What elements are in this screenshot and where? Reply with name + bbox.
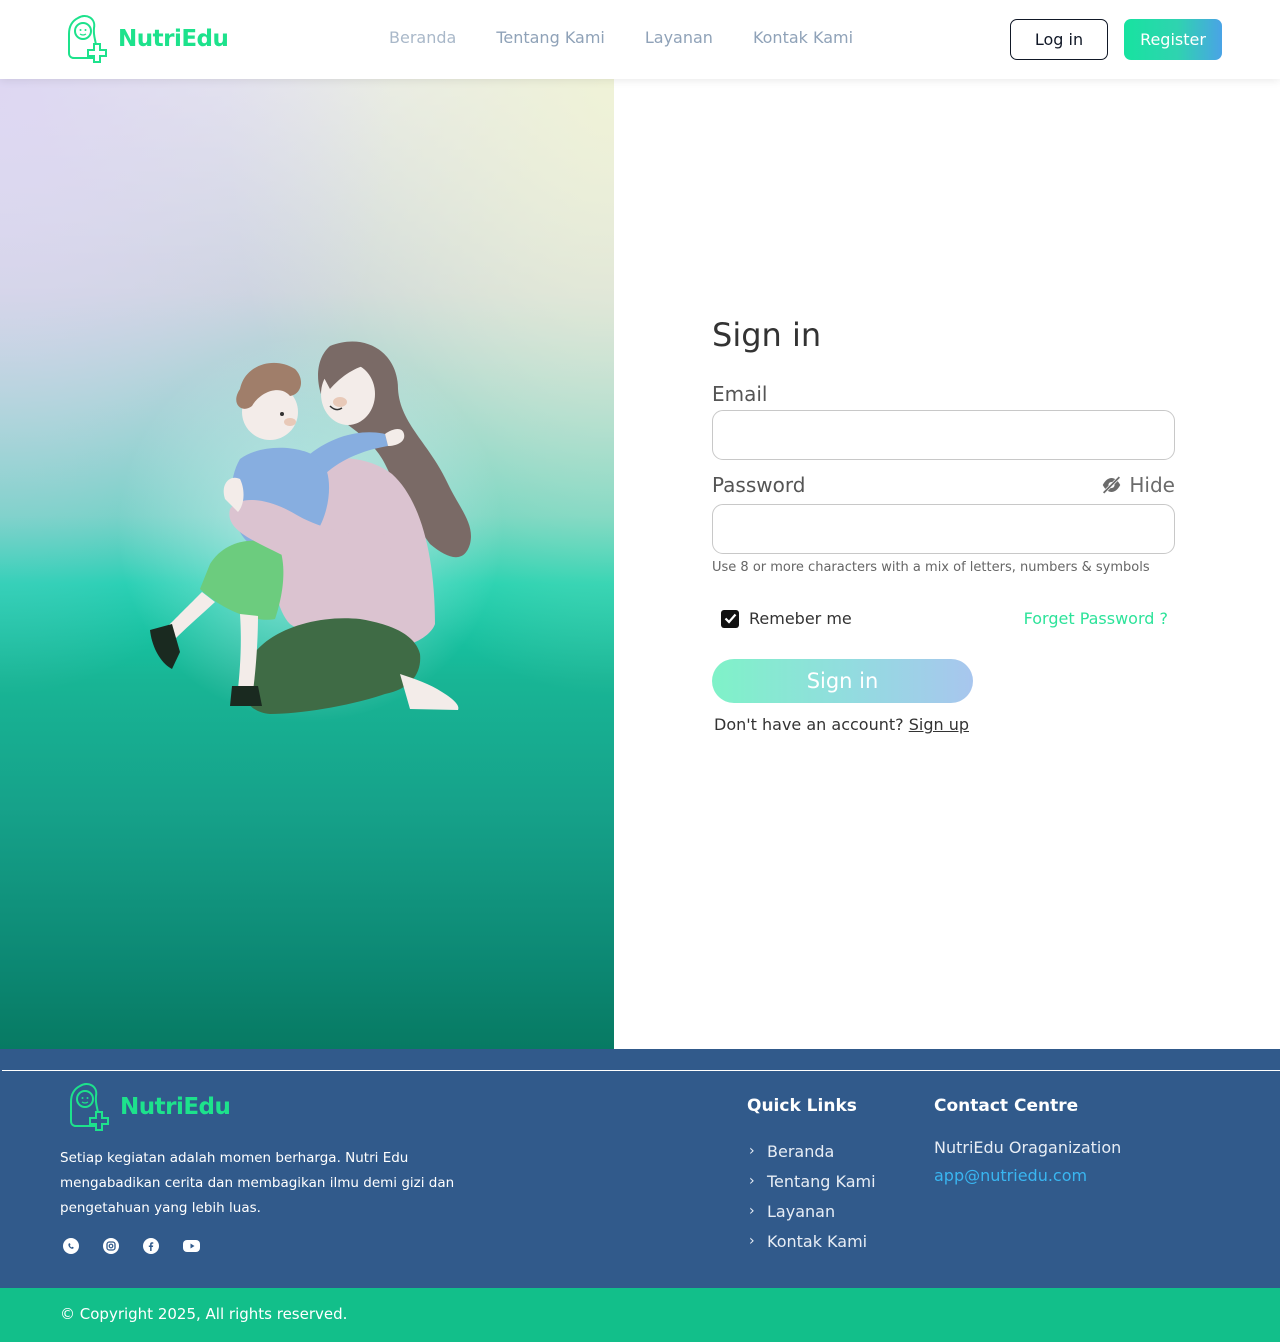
quick-links-list: › Beranda › Tentang Kami › Layanan › Kontak … xyxy=(749,1136,876,1256)
hide-password-toggle[interactable]: Hide xyxy=(1101,473,1175,497)
main-nav: Beranda Tentang Kami Layanan Kontak Kami xyxy=(389,28,893,47)
footer-divider xyxy=(2,1070,1280,1071)
remember-checkbox[interactable] xyxy=(721,609,739,628)
quick-link-label: Beranda xyxy=(767,1141,835,1161)
contact-email-link[interactable]: app@nutriedu.com xyxy=(934,1166,1087,1185)
quick-link-label: Layanan xyxy=(767,1201,836,1221)
password-field[interactable] xyxy=(712,504,1175,554)
remember-label: Remeber me xyxy=(749,609,852,628)
email-label: Email xyxy=(712,382,768,406)
brand-name: NutriEdu xyxy=(118,26,229,52)
quick-link-layanan[interactable]: › Layanan xyxy=(749,1196,876,1226)
footer-description: Setiap kegiatan adalah momen berharga. N… xyxy=(60,1150,455,1216)
hero-image-panel xyxy=(0,79,614,1049)
nav-link-kontak-kami[interactable]: Kontak Kami xyxy=(753,28,853,47)
contact-centre-title: Contact Centre xyxy=(934,1096,1079,1116)
baby-plus-logo-icon xyxy=(68,15,107,63)
quick-link-label: Kontak Kami xyxy=(767,1231,868,1251)
signin-title: Sign in xyxy=(712,316,822,354)
quick-link-beranda[interactable]: › Beranda xyxy=(749,1136,876,1166)
top-navbar: NutriEdu Beranda Tentang Kami Layanan Ko… xyxy=(0,0,1280,79)
nav-link-beranda[interactable]: Beranda xyxy=(389,28,456,47)
contact-organization: NutriEdu Oraganization xyxy=(934,1138,1122,1157)
signup-prompt: Don't have an account? Sign up xyxy=(714,715,969,734)
nav-link-layanan[interactable]: Layanan xyxy=(645,28,713,47)
social-links xyxy=(63,1238,200,1254)
chevron-right-icon: › xyxy=(749,1203,755,1219)
nav-link-tentang-kami[interactable]: Tentang Kami xyxy=(496,28,605,47)
footer-brand[interactable]: NutriEdu xyxy=(68,1082,231,1132)
login-button[interactable]: Log in xyxy=(1010,19,1108,60)
register-button[interactable]: Register xyxy=(1124,19,1222,60)
quick-link-label: Tentang Kami xyxy=(767,1171,876,1191)
baby-plus-logo-icon xyxy=(70,1083,109,1131)
whatsapp-icon[interactable] xyxy=(63,1238,79,1254)
mother-hugging-child-illustration xyxy=(150,341,471,714)
quick-link-kontak-kami[interactable]: › Kontak Kami xyxy=(749,1226,876,1256)
password-hint: Use 8 or more characters with a mix of l… xyxy=(712,560,1150,575)
youtube-icon[interactable] xyxy=(183,1240,200,1252)
copyright-text: © Copyright 2025, All rights reserved. xyxy=(60,1305,348,1323)
chevron-right-icon: › xyxy=(749,1233,755,1249)
no-account-text: Don't have an account? xyxy=(714,715,904,734)
hide-label: Hide xyxy=(1129,473,1175,497)
checkmark-icon xyxy=(724,613,736,624)
footer-brand-name: NutriEdu xyxy=(120,1094,231,1120)
quick-links-title: Quick Links xyxy=(747,1096,857,1116)
instagram-icon[interactable] xyxy=(103,1238,119,1254)
facebook-icon[interactable] xyxy=(143,1238,159,1254)
eye-slash-icon xyxy=(1102,476,1121,494)
chevron-right-icon: › xyxy=(749,1143,755,1159)
forgot-password-link[interactable]: Forget Password ? xyxy=(1024,609,1168,628)
signup-link[interactable]: Sign up xyxy=(909,715,969,734)
footer: NutriEdu Setiap kegiatan adalah momen be… xyxy=(0,1049,1280,1288)
remember-me-row[interactable]: Remeber me xyxy=(721,609,852,628)
copyright-bar: © Copyright 2025, All rights reserved. xyxy=(0,1288,1280,1342)
quick-link-tentang-kami[interactable]: › Tentang Kami xyxy=(749,1166,876,1196)
brand-logo[interactable]: NutriEdu xyxy=(66,14,229,64)
password-label: Password xyxy=(712,473,806,497)
email-field[interactable] xyxy=(712,410,1175,460)
signin-form: Sign in Email Password Hide Use 8 or mor… xyxy=(712,310,1175,734)
chevron-right-icon: › xyxy=(749,1173,755,1189)
signin-button[interactable]: Sign in xyxy=(712,659,973,703)
